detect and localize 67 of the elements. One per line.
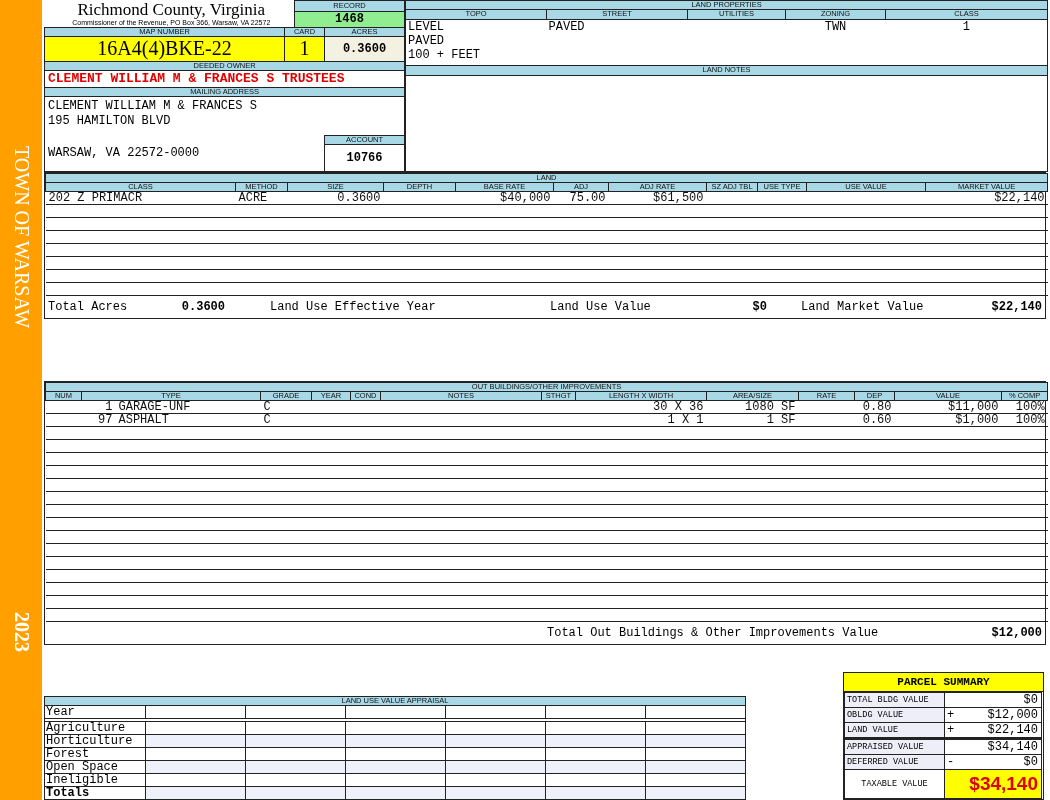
table-cell: 100% [1001, 400, 1048, 414]
county-title: Richmond County, Virginia [76, 0, 267, 18]
property-value: TWN [823, 19, 848, 34]
property-value: PAVED [548, 19, 586, 34]
summary-value: $12,000 [958, 707, 1042, 723]
summary-value: $0 [958, 692, 1042, 708]
row-label: Ineligible [44, 773, 146, 787]
table-cell: $1,000 [894, 413, 1002, 427]
address-line: 195 HAMILTON BLVD [48, 114, 172, 130]
property-value: PAVED [408, 33, 446, 48]
total-value: $12,000 [991, 626, 1042, 640]
total-value: 0.3600 [180, 300, 225, 314]
row-label: Agriculture [44, 721, 146, 735]
table-cell: 0.3600 [287, 191, 384, 205]
property-value: 1 [961, 19, 971, 34]
type-code: 1 [104, 401, 113, 413]
address-line: WARSAW, VA 22572-0000 [48, 146, 201, 162]
sidebar-title: TOWN OF WARSAW [9, 146, 33, 329]
table-cell: ACRE [235, 191, 288, 205]
total-label: Total Out Buildings & Other Improvements Value [547, 626, 880, 640]
summary-title: PARCEL SUMMARY [844, 673, 1043, 692]
account-number: 10766 [324, 144, 405, 172]
table-cell: 0.60 [854, 413, 895, 427]
table-cell: 100% [1001, 413, 1048, 427]
table-cell: 0.80 [854, 400, 895, 414]
sign: + [947, 708, 955, 722]
table-cell: $11,000 [894, 400, 1002, 414]
table-cell: C [260, 400, 312, 414]
table-cell: 1080 SF [706, 400, 799, 414]
map-number: 16A4(4)BKE-22 [44, 36, 285, 61]
address-line: CLEMENT WILLIAM M & FRANCES S [48, 99, 258, 115]
row-label: Year [44, 705, 146, 719]
taxable-label: TAXABLE VALUE [844, 769, 945, 799]
table-cell: 30 X 36 [575, 400, 707, 414]
row-label: Open Space [44, 760, 146, 774]
taxable-value: $34,140 [944, 769, 1042, 799]
table-cell: $40,000 [455, 191, 554, 205]
type-name: GARAGE-UNF [118, 400, 191, 414]
sidebar-year: 2023 [9, 612, 33, 652]
type-name: ASPHALT [118, 413, 169, 427]
total-label: Land Use Value [550, 300, 652, 314]
summary-value: $0 [958, 754, 1042, 770]
property-value: 100 + FEET [408, 47, 482, 62]
total-label: Total Acres [48, 300, 129, 314]
property-value: LEVEL [408, 19, 446, 34]
acres-value: 0.3600 [324, 36, 405, 61]
type-code: 97 [97, 414, 113, 426]
row-label: Totals [44, 786, 146, 800]
summary-label: TOTAL BLDG VALUE [844, 692, 945, 708]
row-label: Horticulture [44, 734, 146, 748]
summary-value: $34,140 [958, 738, 1042, 755]
sign: - [947, 755, 955, 769]
table-cell: 202 Z PRIMACR [45, 191, 236, 205]
row-label: Forest [44, 747, 146, 761]
total-value: $22,140 [991, 300, 1042, 314]
table-cell: $22,140 [925, 191, 1048, 205]
table-cell: C [260, 413, 312, 427]
summary-label: APPRAISED VALUE [844, 738, 945, 755]
table-cell: $61,500 [608, 191, 707, 205]
total-value: $0 [751, 300, 767, 314]
total-label: Land Market Value [801, 300, 925, 314]
owner-name: CLEMENT WILLIAM M & FRANCES S TRUSTEES [44, 70, 405, 88]
table-cell: 1 SF [706, 413, 799, 427]
total-label: Land Use Effective Year [269, 300, 437, 314]
table-cell: 75.00 [553, 191, 609, 205]
sign: + [947, 723, 955, 737]
table-cell: 1 X 1 [575, 413, 707, 427]
